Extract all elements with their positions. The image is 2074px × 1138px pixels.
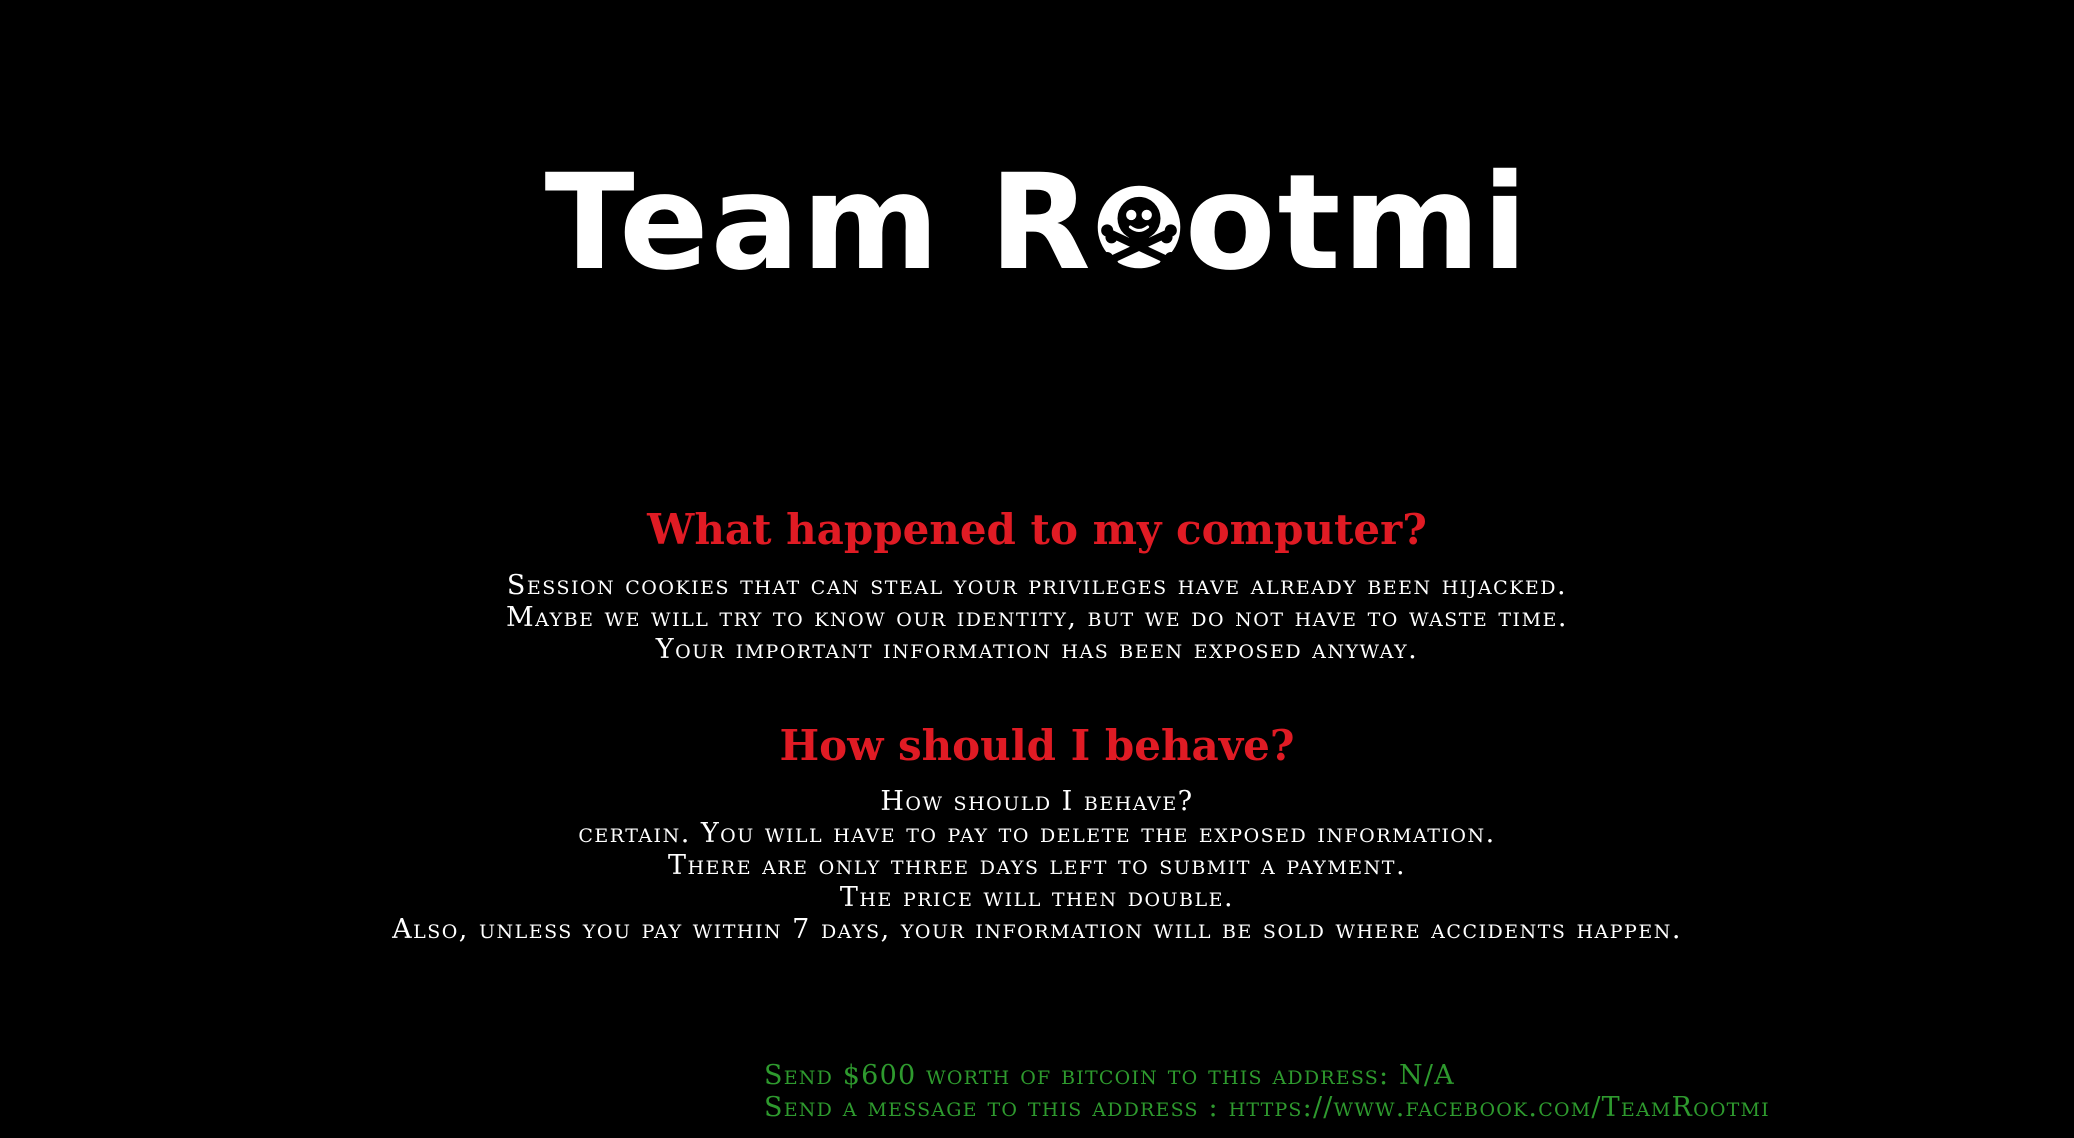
paragraph-line: certain. You will have to pay to delete …	[578, 818, 1496, 849]
paragraph-line: The price will then double.	[839, 882, 1235, 913]
title-text-before: Team R	[544, 146, 1093, 300]
heading-how-to-behave: How should I behave?	[779, 721, 1295, 770]
heading-what-happened: What happened to my computer?	[647, 505, 1427, 554]
paragraph-line: How should I behave?	[880, 786, 1194, 817]
paragraph-line: There are only three days left to submit…	[667, 850, 1407, 881]
bitcoin-address-line: Send $600 worth of bitcoin to this addre…	[764, 1060, 1455, 1091]
title-text-after: otmi	[1184, 146, 1530, 300]
payment-footer: Send $600 worth of bitcoin to this addre…	[764, 1060, 1770, 1124]
skull-crossbones-icon	[1096, 184, 1182, 270]
paragraph-line: Your important information has been expo…	[655, 634, 1419, 665]
paragraph-line: Also, unless you pay within 7 days, your…	[392, 914, 1682, 945]
paragraph-line: Session cookies that can steal your priv…	[506, 570, 1568, 601]
paragraph-line: Maybe we will try to know our identity, …	[506, 602, 1568, 633]
contact-address-line: Send a message to this address : https:/…	[764, 1092, 1770, 1123]
what-happened-paragraph: Session cookies that can steal your priv…	[0, 570, 2074, 666]
page-title: Team R otmi	[0, 148, 2074, 298]
how-to-behave-paragraph: How should I behave? certain. You will h…	[0, 786, 2074, 946]
